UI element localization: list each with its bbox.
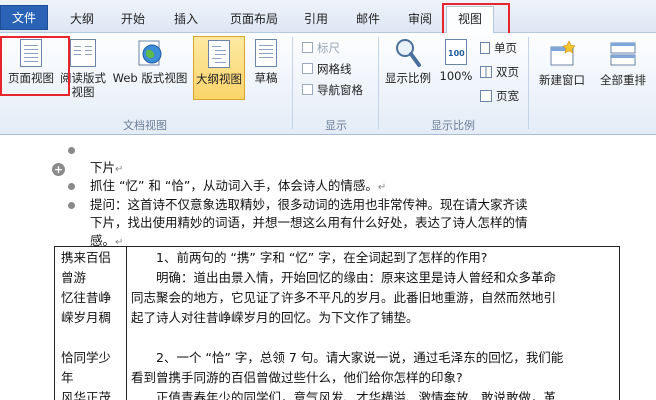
group-separator	[528, 37, 529, 129]
arrange-all-icon	[608, 39, 638, 69]
one-page-label: 单页	[494, 41, 517, 55]
zoom-100-icon: 100	[445, 39, 467, 65]
page-width-icon	[480, 90, 492, 102]
outline-bullet	[68, 183, 75, 190]
group-separator	[378, 37, 379, 129]
group-label-document-views: 文档视图	[123, 119, 167, 132]
tab-insert[interactable]: 插入	[166, 8, 206, 30]
tab-page-layout[interactable]: 页面布局	[222, 8, 286, 30]
group-label-show: 显示	[325, 119, 347, 132]
tab-file[interactable]: 文件	[0, 5, 48, 30]
table-right-cell-line: 2、一个 “恰” 字，总领 7 句。请大家说一说，通过毛泽东的回忆，我们能	[131, 350, 564, 365]
print-layout-label: 页面视图	[8, 71, 54, 85]
outline-heading: 下片↵	[90, 160, 124, 175]
gridlines-label: 网格线	[317, 62, 352, 76]
tab-references[interactable]: 引用	[296, 8, 336, 30]
table-left-cell-line: 嵘岁月稠	[61, 310, 112, 325]
gridlines-checkbox-box	[302, 63, 313, 74]
navigation-pane-checkbox[interactable]: 导航窗格	[302, 83, 363, 97]
outline-view-button[interactable]: 大纲视图	[193, 36, 245, 100]
print-layout-button[interactable]: 页面视图	[2, 39, 60, 85]
table-left-cell-line: 风华正茂	[61, 390, 112, 400]
outline-item-1: 抓住 “忆” 和 “恰”，从动词入手，体会诗人的情感。↵	[90, 178, 387, 193]
draft-icon	[255, 39, 277, 67]
outline-bullet	[68, 147, 75, 154]
one-page-button[interactable]: 单页	[480, 41, 517, 55]
table-right-cell-line: 正值青春年少的同学们，意气风发、才华横溢、激情奔放、敢说敢做，革	[131, 390, 557, 400]
ruler-label: 标尺	[317, 41, 340, 55]
ruler-checkbox[interactable]: 标尺	[302, 41, 340, 55]
group-label-zoom: 显示比例	[431, 119, 475, 132]
draft-label: 草稿	[254, 71, 278, 85]
zoom-label: 显示比例	[385, 71, 431, 85]
arrange-all-label: 全部重排	[600, 73, 646, 87]
gridlines-checkbox[interactable]: 网格线	[302, 62, 352, 76]
reading-layout-label-2: 视图	[71, 85, 95, 99]
table-left-cell-line: 携来百侣	[61, 250, 112, 265]
table-left-cell-line: 曾游	[61, 270, 87, 285]
table-right-cell-line: 起了诗人对往昔峥嵘岁月的回忆。为下文作了铺垫。	[131, 310, 419, 325]
tab-home[interactable]: 开始	[113, 8, 153, 30]
tab-review[interactable]: 审阅	[400, 8, 440, 30]
tab-outline[interactable]: 大纲	[62, 8, 102, 30]
zoom-100-button[interactable]: 100 100%	[436, 39, 476, 83]
expand-plus-icon[interactable]: +	[52, 163, 65, 176]
zoom-100-label: 100%	[439, 69, 473, 83]
two-pages-label: 双页	[496, 65, 519, 79]
navigation-pane-checkbox-box	[302, 84, 313, 95]
print-layout-icon	[20, 39, 42, 67]
tab-view[interactable]: 视图	[446, 6, 494, 34]
new-window-button[interactable]: 新建窗口	[532, 39, 592, 87]
reading-layout-label-1: 阅读版式	[60, 71, 106, 85]
table-left-cell-line: 恰同学少	[61, 350, 112, 365]
new-window-label: 新建窗口	[539, 73, 585, 87]
content-table: 携来百侣曾游忆往昔峥嵘岁月稠恰同学少年风华正茂 1、前两句的 “携” 字和 “忆…	[54, 246, 620, 400]
reading-layout-icon	[70, 39, 96, 67]
table-right-cell-line: 同志聚会的地方，它见证了许多不平凡的岁月。此番旧地重游，自然而然地引	[131, 290, 557, 305]
table-right-cell-line: 明确：道出由景入情，开始回忆的缘由：原来这里是诗人曾经和众多革命	[131, 270, 557, 285]
outline-item-2-line-1: 提问：这首诗不仅意象选取精妙，很多动词的选用也非常传神。现在请大家齐读	[90, 197, 528, 212]
ruler-checkbox-box	[302, 42, 313, 53]
ribbon-tab-bar: 文件 大纲 开始 插入 页面布局 引用 邮件 审阅 视图	[0, 0, 656, 34]
web-layout-button[interactable]: Web 版式视图	[108, 39, 192, 85]
full-screen-reading-button[interactable]: 阅读版式 视图	[58, 39, 108, 99]
new-window-icon	[547, 39, 577, 69]
outline-view-label: 大纲视图	[196, 72, 242, 86]
table-right-cell-line: 看到曾携手同游的百侣曾做过些什么，他们给你怎样的印象?	[131, 370, 463, 385]
tab-mailings[interactable]: 邮件	[348, 8, 388, 30]
draft-button[interactable]: 草稿	[248, 39, 284, 85]
group-separator	[292, 37, 293, 129]
outline-bullet	[68, 202, 75, 209]
globe-icon	[137, 39, 163, 67]
page-width-button[interactable]: 页宽	[480, 89, 519, 103]
table-left-cell-line: 年	[61, 370, 74, 385]
outline-item-2-line-2: 下片，找出使用精妙的词语，并想一想这么用有什么好处，表达了诗人怎样的情	[90, 215, 528, 230]
zoom-button[interactable]: 显示比例	[382, 37, 434, 85]
document-area[interactable]: + 下片↵ 抓住 “忆” 和 “恰”，从动词入手，体会诗人的情感。↵ 提问：这首…	[0, 136, 656, 400]
table-right-cell-line: 1、前两句的 “携” 字和 “忆” 字，在全词起到了怎样的作用?	[131, 250, 488, 265]
page-width-label: 页宽	[496, 89, 519, 103]
navigation-pane-label: 导航窗格	[317, 83, 363, 97]
arrange-all-button[interactable]: 全部重排	[592, 39, 654, 87]
two-pages-icon	[480, 66, 492, 78]
one-page-icon	[480, 42, 490, 54]
table-column-divider	[126, 247, 127, 400]
web-layout-label: Web 版式视图	[112, 71, 188, 85]
outline-view-icon	[208, 40, 230, 68]
magnifier-icon	[394, 37, 422, 69]
table-left-cell-line: 忆往昔峥	[61, 290, 112, 305]
two-pages-button[interactable]: 双页	[480, 65, 519, 79]
ribbon-view: 页面视图 阅读版式 视图 Web 版式视图 大纲视图 草稿 文档视图 标尺 网格…	[0, 33, 656, 135]
